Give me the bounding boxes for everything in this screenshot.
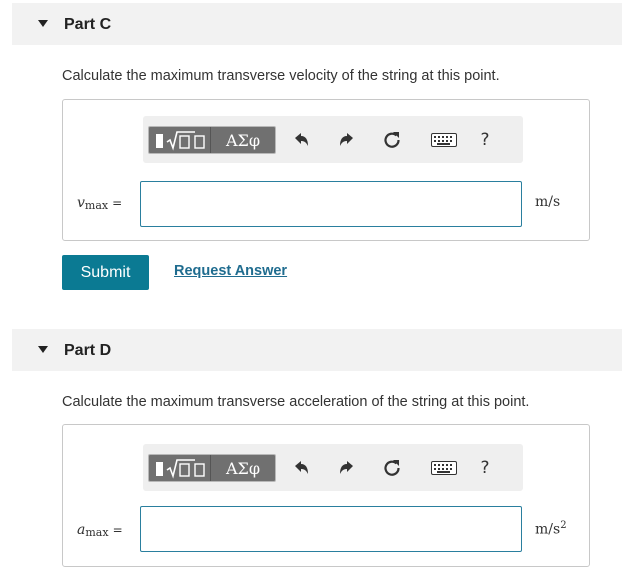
part-c-toolbar-buttons: ΑΣφ xyxy=(148,126,276,154)
part-c-math-toolbar: ΑΣφ ? xyxy=(143,116,523,163)
request-answer-link[interactable]: Request Answer xyxy=(174,263,287,279)
reset-icon[interactable] xyxy=(381,457,403,479)
part-c-header[interactable]: Part C xyxy=(12,3,622,45)
help-icon[interactable]: ? xyxy=(474,129,496,151)
part-c-unit: m/s xyxy=(535,194,560,210)
greek-symbols-button[interactable]: ΑΣφ xyxy=(211,127,275,153)
part-c-answer-box: ΑΣφ ? vmax = m/s xyxy=(62,99,590,241)
part-d-toolbar-buttons: ΑΣφ xyxy=(148,454,276,482)
reset-icon[interactable] xyxy=(381,129,403,151)
undo-icon[interactable] xyxy=(290,457,312,479)
redo-icon[interactable] xyxy=(336,457,358,479)
part-d-math-toolbar: ΑΣφ ? xyxy=(143,444,523,491)
part-d-question: Calculate the maximum transverse acceler… xyxy=(62,394,530,410)
help-icon[interactable]: ? xyxy=(474,457,496,479)
undo-icon[interactable] xyxy=(290,129,312,151)
greek-symbols-button[interactable]: ΑΣφ xyxy=(211,455,275,481)
variable-symbol: v xyxy=(77,195,85,211)
part-c-title: Part C xyxy=(64,16,112,33)
redo-icon[interactable] xyxy=(336,129,358,151)
part-d-answer-box: ΑΣφ ? amax = m/s2 xyxy=(62,424,590,567)
keyboard-icon[interactable] xyxy=(431,129,457,151)
part-c-answer-input[interactable] xyxy=(140,181,522,227)
part-d-variable-label: amax = xyxy=(77,522,123,539)
submit-button[interactable]: Submit xyxy=(62,255,149,290)
equals-sign: = xyxy=(112,523,123,537)
part-d-answer-input[interactable] xyxy=(140,506,522,552)
equals-sign: = xyxy=(112,196,123,210)
variable-subscript: max xyxy=(85,526,109,539)
collapse-caret-icon[interactable] xyxy=(38,346,48,353)
unit-label: m/s xyxy=(535,521,561,538)
part-d-title: Part D xyxy=(64,342,112,359)
part-c-variable-label: vmax = xyxy=(77,195,122,212)
templates-icon[interactable] xyxy=(149,127,211,153)
unit-label: m/s xyxy=(535,194,561,210)
templates-icon[interactable] xyxy=(149,455,211,481)
part-d-unit: m/s2 xyxy=(535,520,567,538)
part-d-header[interactable]: Part D xyxy=(12,329,622,371)
keyboard-icon[interactable] xyxy=(431,457,457,479)
collapse-caret-icon[interactable] xyxy=(38,20,48,27)
part-c-question: Calculate the maximum transverse velocit… xyxy=(62,68,500,84)
unit-exponent: 2 xyxy=(560,520,567,531)
variable-subscript: max xyxy=(84,199,109,212)
